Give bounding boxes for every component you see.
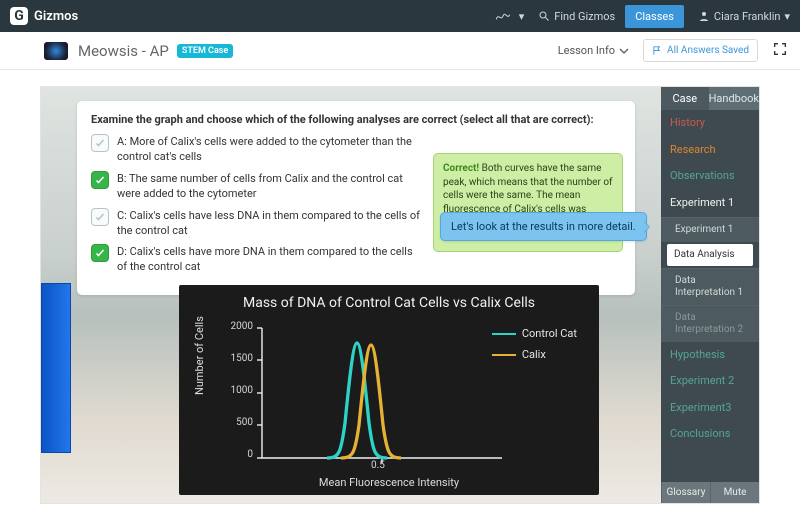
expand-icon bbox=[772, 41, 788, 57]
question-prompt: Examine the graph and choose which of th… bbox=[91, 113, 621, 127]
tab-handbook[interactable]: Handbook bbox=[709, 87, 759, 110]
option-text: C: Calix's cells have less DNA in them c… bbox=[117, 208, 421, 239]
chart-xlabel: Mean Fluorescence Intensity bbox=[179, 476, 599, 489]
nav-exp1-interp2[interactable]: Data Interpretation 2 bbox=[661, 305, 759, 342]
option-a[interactable]: A: More of Calix's cells were added to t… bbox=[91, 134, 421, 165]
brand-logo: G bbox=[10, 7, 28, 25]
ytick: 500 bbox=[225, 417, 253, 428]
glossary-button[interactable]: Glossary bbox=[661, 482, 710, 503]
nav-experiment-1[interactable]: Experiment 1 bbox=[661, 190, 759, 217]
option-c[interactable]: C: Calix's cells have less DNA in them c… bbox=[91, 208, 421, 239]
nav-observations[interactable]: Observations bbox=[661, 163, 759, 190]
feedback-title: Correct! bbox=[443, 163, 479, 174]
nav-exp1-sub1[interactable]: Experiment 1 bbox=[661, 217, 759, 242]
user-icon bbox=[698, 10, 710, 22]
mute-button[interactable]: Mute bbox=[710, 482, 759, 503]
chart-plot-area bbox=[257, 323, 507, 463]
case-nav-panel: Case Handbook History Research Observati… bbox=[661, 87, 759, 503]
lesson-subheader: Meowsis - AP STEM Case Lesson Info All A… bbox=[0, 32, 800, 70]
simulation-stage: Examine the graph and choose which of th… bbox=[40, 86, 760, 504]
lesson-thumbnail bbox=[44, 42, 68, 60]
dna-mass-chart: Mass of DNA of Control Cat Cells vs Cali… bbox=[179, 285, 599, 495]
hint-bubble: Let's look at the results in more detail… bbox=[440, 212, 647, 241]
stem-case-tag: STEM Case bbox=[177, 44, 233, 58]
nav-history[interactable]: History bbox=[661, 110, 759, 137]
nav-experiment-3[interactable]: Experiment3 bbox=[661, 395, 759, 422]
nav-experiment-2[interactable]: Experiment 2 bbox=[661, 368, 759, 395]
option-d[interactable]: D: Calix's cells have more DNA in them c… bbox=[91, 244, 421, 275]
app-topbar: G Gizmos ▾ Find Gizmos Classes Ciara Fra… bbox=[0, 0, 800, 32]
lesson-info-dropdown[interactable]: Lesson Info bbox=[558, 44, 629, 57]
cytometer-prop bbox=[41, 283, 71, 453]
ytick: 1000 bbox=[225, 385, 253, 396]
nav-research[interactable]: Research bbox=[661, 137, 759, 164]
checkbox-unchecked[interactable] bbox=[91, 134, 109, 152]
user-menu[interactable]: Ciara Franklin▾ bbox=[698, 10, 790, 23]
option-text: B: The same number of cells from Calix a… bbox=[117, 171, 421, 202]
tab-case[interactable]: Case bbox=[661, 87, 709, 110]
handwriting-icon[interactable]: ▾ bbox=[495, 9, 525, 23]
nav-conclusions[interactable]: Conclusions bbox=[661, 421, 759, 448]
fullscreen-button[interactable] bbox=[772, 41, 788, 61]
nav-hypothesis[interactable]: Hypothesis bbox=[661, 342, 759, 369]
find-gizmos-link[interactable]: Find Gizmos bbox=[538, 10, 615, 23]
checkbox-unchecked[interactable] bbox=[91, 208, 109, 226]
answers-saved-button[interactable]: All Answers Saved bbox=[643, 39, 758, 62]
ytick: 1500 bbox=[225, 353, 253, 364]
option-b[interactable]: B: The same number of cells from Calix a… bbox=[91, 171, 421, 202]
search-icon bbox=[538, 10, 550, 22]
option-text: D: Calix's cells have more DNA in them c… bbox=[117, 244, 421, 275]
question-card: Examine the graph and choose which of th… bbox=[77, 101, 635, 295]
lesson-title: Meowsis - AP bbox=[78, 42, 169, 60]
nav-exp1-interp1[interactable]: Data Interpretation 1 bbox=[661, 268, 759, 305]
chart-title: Mass of DNA of Control Cat Cells vs Cali… bbox=[179, 285, 599, 317]
brand-name: Gizmos bbox=[34, 9, 78, 24]
chart-ylabel: Number of Cells bbox=[193, 316, 206, 395]
option-text: A: More of Calix's cells were added to t… bbox=[117, 134, 421, 165]
checkbox-correct[interactable] bbox=[91, 244, 109, 262]
checkbox-correct[interactable] bbox=[91, 171, 109, 189]
nav-exp1-data-analysis[interactable]: Data Analysis bbox=[667, 244, 753, 266]
chevron-down-icon bbox=[619, 47, 629, 55]
ytick: 2000 bbox=[225, 321, 253, 332]
flag-icon bbox=[652, 45, 663, 56]
ytick: 0 bbox=[225, 449, 253, 460]
classes-button[interactable]: Classes bbox=[625, 5, 684, 28]
